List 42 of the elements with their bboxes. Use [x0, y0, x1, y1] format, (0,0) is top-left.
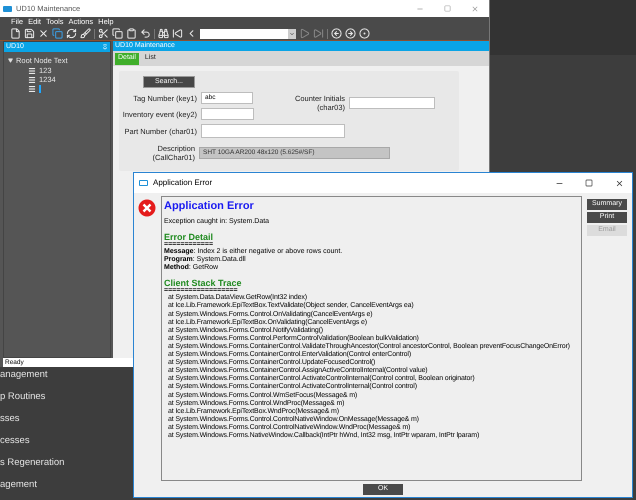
- first-record-icon[interactable]: [172, 28, 183, 39]
- node-icon: [27, 84, 37, 93]
- binoculars-icon[interactable]: [158, 28, 169, 39]
- undo-icon[interactable]: [140, 28, 151, 39]
- menu-item[interactable]: s Regeneration: [0, 455, 64, 470]
- menu-item[interactable]: sses: [0, 411, 64, 426]
- dropdown-icon: [289, 30, 295, 36]
- copy-icon[interactable]: [52, 28, 63, 39]
- menu-item[interactable]: cesses: [0, 433, 64, 448]
- new-document-icon[interactable]: [10, 28, 21, 39]
- refresh-icon[interactable]: [66, 28, 77, 39]
- app-icon: [3, 6, 12, 12]
- window-title: Application Error: [153, 177, 212, 189]
- last-record-icon[interactable]: [313, 28, 324, 39]
- close-icon[interactable]: [615, 178, 624, 188]
- error-heading: Application Error: [164, 200, 255, 212]
- input-field[interactable]: [349, 97, 435, 109]
- forward-icon[interactable]: [345, 28, 356, 39]
- copy-icon[interactable]: [112, 28, 123, 39]
- pin-icon[interactable]: [102, 44, 108, 50]
- stop-icon[interactable]: [359, 28, 370, 39]
- back-icon[interactable]: [331, 28, 342, 39]
- error-icon: [138, 199, 156, 217]
- delete-icon[interactable]: [38, 28, 49, 39]
- input-field[interactable]: [201, 124, 345, 138]
- brush-icon[interactable]: [80, 28, 91, 39]
- maximize-icon[interactable]: [585, 179, 593, 187]
- input-field[interactable]: [201, 108, 254, 120]
- node-icon: [27, 76, 37, 84]
- menu-item[interactable]: p Routines: [0, 389, 64, 404]
- save-icon[interactable]: [24, 28, 35, 39]
- section-heading: Client Stack Trace: [164, 278, 243, 288]
- record-combo[interactable]: [200, 28, 296, 38]
- app-icon: [139, 180, 148, 186]
- cut-icon[interactable]: [98, 28, 109, 39]
- menu-item[interactable]: anagement: [0, 367, 64, 382]
- paste-icon[interactable]: [126, 28, 137, 39]
- node-icon: [27, 66, 37, 75]
- section-heading: Error Detail: [164, 232, 214, 242]
- menu-item[interactable]: agement: [0, 477, 64, 492]
- expand-icon[interactable]: [8, 58, 13, 64]
- next-icon[interactable]: [299, 28, 310, 39]
